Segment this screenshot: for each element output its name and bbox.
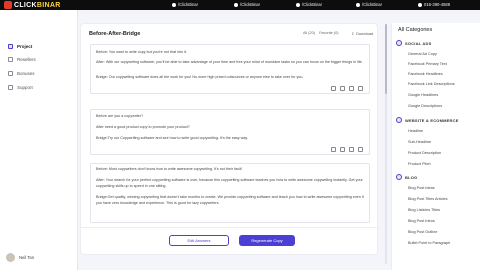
result-actions [331,147,363,152]
results-panel: Before-After-Bridge All (20) Favorite (0… [80,23,379,255]
social-youtube: /ClickBinar [234,2,260,7]
facebook-icon [172,2,176,7]
app-window: Project Resellers Bonuses Support Neil T… [0,10,480,270]
blog-icon [396,174,402,180]
social-instagram: /ClickBinar [296,2,322,7]
scrollbar-thumb[interactable] [385,24,387,94]
folder-icon [8,44,13,49]
megaphone-icon [396,40,402,46]
social-phone: 016-390-4588 [418,2,450,7]
result-actions [331,86,363,91]
category-item[interactable]: Blog Post Titles Articles [408,197,447,201]
delete-icon[interactable] [358,147,363,152]
sidebar-item-bonuses[interactable]: Bonuses [8,71,35,76]
category-item[interactable]: Facebook Primary Text [408,62,447,66]
category-item[interactable]: Sub-Headline [408,140,431,144]
copy-icon[interactable] [340,86,345,91]
users-icon [8,57,13,62]
edit-answers-button[interactable]: Edit Answers [169,235,229,246]
category-item[interactable]: Product Description [408,151,441,155]
category-website-ecommerce[interactable]: WEBSITE & ECOMMERCE [396,117,459,123]
result-line: Bridge:Try our Copywriting software and … [96,136,248,140]
youtube-icon [234,2,238,7]
filter-all-tab[interactable]: All (20) [303,31,315,35]
sidebar-item-label: Bonuses [17,71,35,76]
tiktok-icon [356,2,360,7]
filter-favorite-tab[interactable]: Favorite (0) [319,31,338,35]
user-name: Neil Tan [19,255,35,260]
result-card: Before: Most copywriters don't know how … [90,163,370,223]
result-card: Before: You want to write copy but you'r… [90,44,370,94]
category-item[interactable]: Bullet Point to Paragraph [408,241,450,245]
category-item[interactable]: General Ad Copy [408,52,437,56]
top-banner: CLICKBINAR /ClickBinar /ClickBinar /Clic… [0,0,480,10]
social-facebook: /ClickBinar [172,2,198,7]
result-line: Bridge:Get quality, winning copywriting … [96,195,364,205]
category-item[interactable]: Facebook Link Descriptions [408,82,455,86]
result-line: After need a good product copy to promot… [96,125,190,129]
page-title: Before-After-Bridge [89,31,141,37]
category-item[interactable]: Facebook Headlines [408,72,443,76]
categories-panel: All Categories SOCIAL ADS General Ad Cop… [391,23,480,270]
edit-icon[interactable] [331,86,336,91]
categories-title: All Categories [398,27,433,33]
results-scrollbar[interactable] [385,24,387,264]
globe-icon [396,117,402,123]
sidebar-item-project[interactable]: Project [8,44,32,49]
category-item[interactable]: Google Descriptions [408,104,442,108]
sidebar-item-label: Project [17,44,33,49]
gift-icon [8,71,13,76]
category-item[interactable]: Blog Post Outline [408,230,437,234]
edit-icon[interactable] [331,147,336,152]
result-line: Before are you a copywriter? [96,114,144,118]
result-line: After: With our copywriting software, yo… [96,60,363,64]
category-item[interactable]: Headline [408,129,423,133]
category-item[interactable]: Blog Post Ideas [408,186,435,190]
category-blog[interactable]: BLOG [396,174,417,180]
sidebar-item-resellers[interactable]: Resellers [8,57,36,62]
sidebar: Project Resellers Bonuses Support Neil T… [0,10,78,270]
result-card: Before are you a copywriter? After need … [90,109,370,155]
filter-tabs: All (20) Favorite (0) [303,31,338,35]
favorite-icon[interactable] [349,86,354,91]
copy-icon[interactable] [340,147,345,152]
category-item[interactable]: Product Pitch [408,162,431,166]
delete-icon[interactable] [358,86,363,91]
user-profile[interactable]: Neil Tan [6,253,34,262]
category-item[interactable]: Google Headlines [408,93,438,97]
sidebar-item-support[interactable]: Support [8,85,33,90]
category-item[interactable]: Blog Post Intros [408,219,435,223]
category-item[interactable]: Blog Listicles Titles [408,208,440,212]
help-icon [8,85,13,90]
brand-logo: CLICKBINAR [4,1,61,9]
instagram-icon [296,2,300,7]
whatsapp-icon [418,2,422,7]
favorite-icon[interactable] [349,147,354,152]
social-tiktok: /ClickBinar [356,2,382,7]
regenerate-copy-button[interactable]: Regenerate Copy [239,235,295,246]
brand-suffix: BINAR [36,1,61,9]
sidebar-item-label: Resellers [17,57,36,62]
download-icon: ⇩ [351,32,355,36]
result-line: After: Your search for your perfect copy… [96,178,363,188]
download-button[interactable]: ⇩ Download [351,31,373,37]
result-line: Before: You want to write copy but you'r… [96,50,187,54]
avatar [6,253,15,262]
category-social-ads[interactable]: SOCIAL ADS [396,40,431,46]
brand-icon [4,1,12,9]
brand-prefix: CLICK [14,1,37,9]
result-line: Bridge: Our copywriting software does al… [96,75,304,79]
result-line: Before: Most copywriters don't know how … [96,167,243,171]
sidebar-item-label: Support [17,85,33,90]
divider [81,227,379,228]
